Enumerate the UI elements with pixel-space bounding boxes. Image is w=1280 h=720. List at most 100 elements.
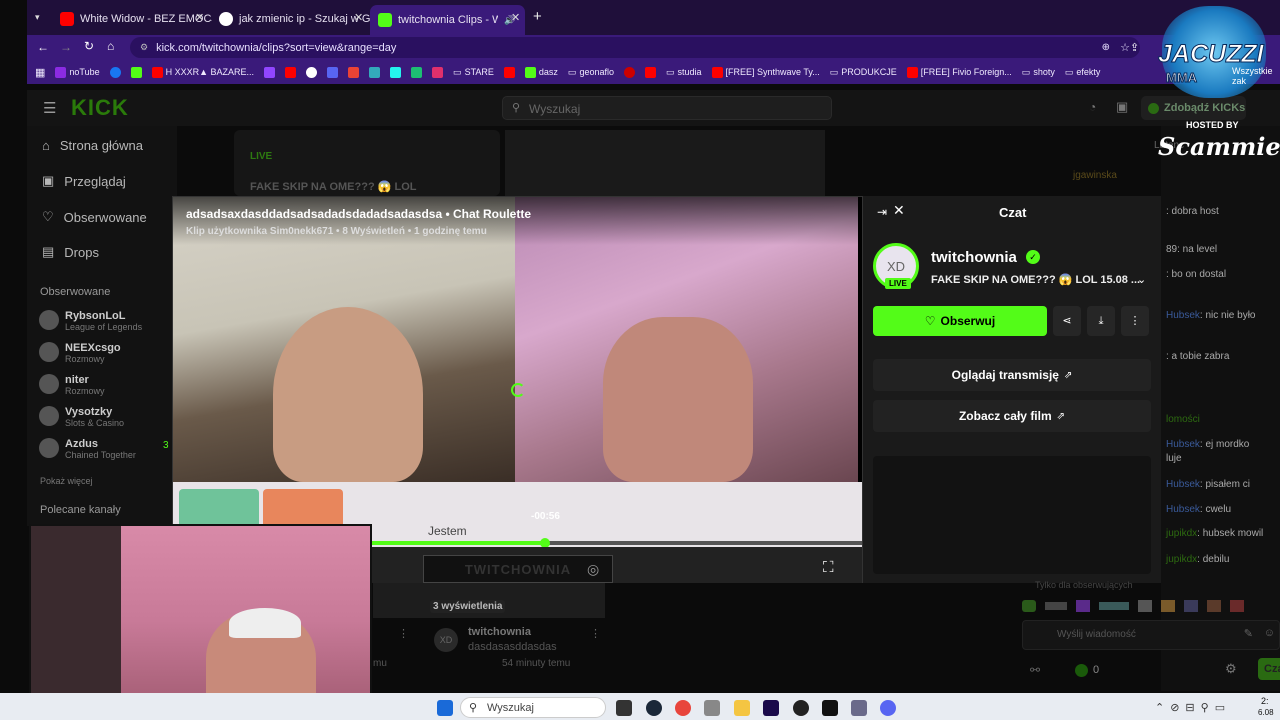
bookmark-notube[interactable]: noTube — [55, 66, 100, 78]
nav-drops[interactable]: ▤ Drops — [42, 244, 99, 260]
emote-icon[interactable] — [1099, 602, 1129, 610]
twitch-icon[interactable] — [264, 66, 276, 78]
clock-time[interactable]: 2: — [1261, 696, 1269, 706]
send-button[interactable]: Czat — [1258, 658, 1280, 680]
bookmark-shoty[interactable]: ▭ shoty — [1022, 67, 1055, 78]
share-button[interactable]: ⋖ — [1053, 306, 1081, 336]
emote-icon[interactable] — [1138, 600, 1152, 612]
reload-icon[interactable]: ↻ — [84, 39, 94, 53]
bookmark-produkcje[interactable]: ▭ PRODUKCJE — [830, 67, 897, 78]
emote-icon[interactable] — [1207, 600, 1221, 612]
close-icon[interactable]: ✕ — [893, 202, 905, 219]
apps-icon[interactable]: ▦ — [35, 66, 45, 79]
forward-icon[interactable]: → — [60, 40, 72, 54]
task-view-icon[interactable] — [616, 700, 632, 716]
notifications-icon[interactable]: ◔ — [1089, 100, 1096, 114]
close-tab-icon[interactable]: ✕ — [511, 11, 520, 24]
fullscreen-icon[interactable]: ⛶ — [823, 559, 834, 576]
close-tab-icon[interactable]: ✕ — [195, 11, 204, 24]
bookmark-stare[interactable]: ▭ STARE — [453, 67, 494, 78]
show-more-link[interactable]: Pokaż więcej — [40, 476, 93, 486]
bookmark-dasz[interactable]: dasz — [524, 66, 558, 78]
tab-search-icon[interactable]: ▾ — [35, 12, 40, 23]
file-explorer-icon[interactable] — [734, 700, 750, 716]
emote-icon[interactable] — [1045, 602, 1067, 610]
nav-browse[interactable]: ▣ Przeglądaj — [42, 173, 126, 189]
tab-google[interactable]: jak zmienic ip - Szukaj w Googl — [211, 7, 371, 31]
more-options-icon[interactable]: ⋮ — [590, 627, 601, 640]
bookmark-bazare[interactable]: H XXXR▲ BAZARE... — [151, 66, 254, 78]
full-video-button[interactable]: Zobacz cały film ⇗ — [873, 400, 1151, 432]
bookmark-studia[interactable]: ▭ studia — [666, 67, 702, 78]
bookmark-star-icon[interactable]: ☆ — [1120, 41, 1130, 54]
tray-icons[interactable]: ⌃⊘⊟⚲▭ — [1155, 701, 1231, 714]
app-icon[interactable] — [851, 700, 867, 716]
download-button[interactable]: ⤓ — [1087, 306, 1115, 336]
davinci-icon[interactable] — [793, 700, 809, 716]
terminal-icon[interactable] — [822, 700, 838, 716]
close-tab-icon[interactable]: ✕ — [354, 11, 363, 24]
settings-icon[interactable]: ⚙ — [1225, 661, 1237, 677]
tab-kick[interactable]: twitchownia Clips - Watch K 🔊 — [370, 5, 525, 35]
followed-channel[interactable]: RybsonLoL League of Legends — [39, 310, 142, 332]
nav-home[interactable]: ⌂ Strona główna — [42, 138, 143, 153]
instagram-icon[interactable] — [432, 66, 444, 78]
collapse-chat-icon[interactable]: ⇥ — [877, 205, 887, 219]
emote-icon[interactable] — [1022, 600, 1036, 612]
nav-following[interactable]: ♡ Obserwowane — [42, 209, 147, 225]
background-clip-card[interactable]: LIVE FAKE SKIP NA OME??? 😱 LOL — [234, 130, 500, 196]
dashboard-icon[interactable]: ▣ — [1116, 99, 1128, 115]
app-icon[interactable] — [704, 700, 720, 716]
emote-icon[interactable] — [1076, 600, 1090, 612]
steam-icon[interactable] — [646, 700, 662, 716]
chrome-icon[interactable] — [675, 700, 691, 716]
new-tab-button[interactable]: + — [533, 8, 542, 25]
share-icon[interactable]: ⇪ — [1130, 41, 1139, 54]
followed-channel[interactable]: NEEXcsgo Rozmowy — [39, 342, 121, 364]
chat-input[interactable]: Wyślij wiadomość ✎ ☺ — [1022, 620, 1280, 650]
clock-date[interactable]: 6.08 — [1258, 708, 1274, 717]
more-options-icon[interactable]: ⋮ — [398, 627, 409, 640]
site-info-icon[interactable]: ⚙ — [140, 42, 148, 53]
address-bar[interactable]: ⚙ kick.com/twitchownia/clips?sort=view&r… — [130, 37, 1140, 58]
link-icon[interactable]: ⚯ — [1030, 663, 1040, 677]
premiere-icon[interactable] — [763, 700, 779, 716]
watch-stream-button[interactable]: Oglądaj transmisję ⇗ — [873, 359, 1151, 391]
discord-icon[interactable] — [327, 66, 339, 78]
emote-icon[interactable] — [1161, 600, 1175, 612]
kick-logo[interactable]: KICK — [71, 95, 129, 121]
gmail-icon[interactable] — [348, 66, 360, 78]
youtube-icon[interactable] — [285, 66, 297, 78]
bookmark-icon[interactable] — [623, 66, 635, 78]
bookmark-efekty[interactable]: ▭ efekty — [1065, 67, 1101, 78]
youtube-icon[interactable] — [503, 66, 515, 78]
windows-start-icon[interactable] — [437, 700, 453, 716]
tiktok-icon[interactable] — [390, 66, 402, 78]
link-icon[interactable] — [369, 66, 381, 78]
chevron-down-icon[interactable]: ⌄ — [1137, 273, 1146, 286]
followed-channel[interactable]: Azdus Chained Together — [39, 438, 136, 460]
emote-icon[interactable] — [1230, 600, 1244, 612]
channel-name[interactable]: twitchownia — [931, 249, 1017, 266]
emote-picker-icon[interactable]: ✎ — [1244, 627, 1253, 640]
emoji-icon[interactable]: ☺ — [1264, 627, 1275, 639]
bookmark-fivio[interactable]: [FREE] Fivio Foreign... — [906, 66, 1012, 78]
followed-channel[interactable]: Vysotzky Slots & Casino — [39, 406, 124, 428]
bookmark-geonaflo[interactable]: ▭ geonaflo — [568, 67, 614, 78]
menu-icon[interactable]: ☰ — [43, 99, 56, 117]
tab-youtube[interactable]: White Widow - BEZ EMOCJI [OF — [52, 7, 212, 31]
background-thumbnail[interactable] — [505, 130, 825, 196]
all-bookmarks-label[interactable]: Wszystkie zak — [1232, 66, 1280, 86]
home-browser-icon[interactable]: ⌂ — [107, 39, 114, 53]
followed-channel[interactable]: niter Rozmowy — [39, 374, 105, 396]
follow-button[interactable]: ♡ Obserwuj — [873, 306, 1047, 336]
kick-icon[interactable] — [130, 66, 142, 78]
emote-icon[interactable] — [1184, 600, 1198, 612]
taskbar-search[interactable]: ⚲ Wyszukaj — [460, 697, 606, 718]
bookmark-synthwave[interactable]: [FREE] Synthwave Ty... — [711, 66, 820, 78]
more-button[interactable]: ⋮ — [1121, 306, 1149, 336]
fiverr-icon[interactable] — [411, 66, 423, 78]
facebook-icon[interactable] — [109, 66, 121, 78]
back-icon[interactable]: ← — [37, 40, 49, 54]
youtube-icon[interactable] — [644, 66, 656, 78]
